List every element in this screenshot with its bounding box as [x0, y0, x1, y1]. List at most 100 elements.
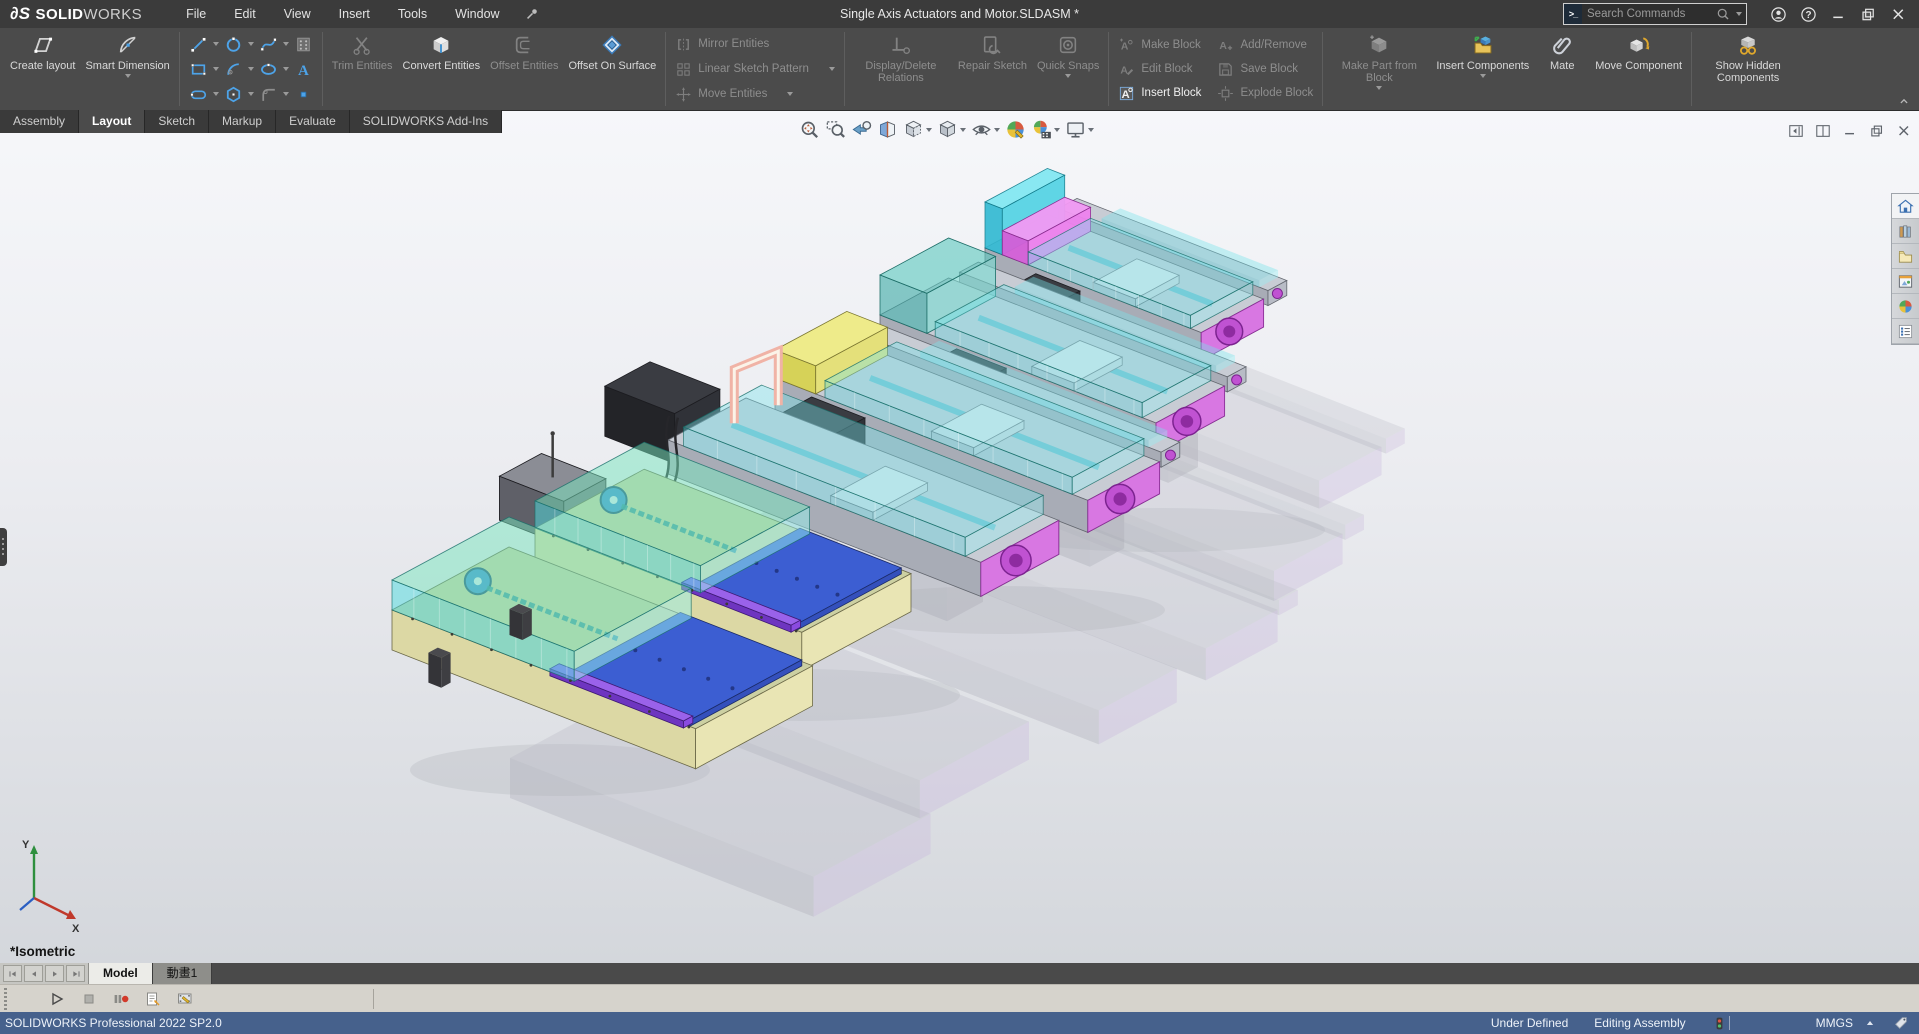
taskpane-custom-properties-button[interactable] [1892, 319, 1919, 344]
taskpane-home-button[interactable] [1892, 194, 1919, 219]
menu-item-edit[interactable]: Edit [220, 0, 270, 28]
sketch-polygon-button[interactable] [221, 83, 246, 106]
sketch-point-button[interactable] [291, 83, 316, 106]
insert-block-button[interactable]: A Insert Block [1113, 81, 1206, 105]
edit-button[interactable] [173, 987, 197, 1011]
dropdown-arrow-icon[interactable] [211, 42, 221, 46]
win-restore-button[interactable] [1853, 1, 1883, 27]
unit-system-caret-icon[interactable] [1863, 1016, 1877, 1030]
pane-left-button[interactable] [1788, 123, 1804, 139]
zoom-to-area-button[interactable] [824, 118, 847, 141]
dropdown-arrow-icon[interactable] [246, 92, 256, 96]
apply-scene-button[interactable] [1030, 118, 1061, 141]
edit-appearance-button[interactable] [1004, 118, 1027, 141]
menu-item-window[interactable]: Window [441, 0, 513, 28]
win-close-button[interactable] [1896, 123, 1912, 139]
search-scope-dropdown-icon[interactable] [1736, 12, 1742, 16]
convert-entities-button[interactable]: Convert Entities [398, 28, 486, 110]
sketch-sketch-pattern-button[interactable] [291, 33, 316, 56]
sketch-sketch-text-button[interactable]: A [291, 58, 316, 81]
dropdown-arrow-icon[interactable] [211, 67, 221, 71]
display-delete-relations-button[interactable]: Display/Delete Relations [849, 28, 953, 110]
sketch-rectangle-button[interactable] [186, 58, 211, 81]
menu-item-tools[interactable]: Tools [384, 0, 441, 28]
dropdown-arrow-icon[interactable] [246, 67, 256, 71]
motion-tab-model[interactable]: Model [89, 963, 153, 984]
graphics-area[interactable]: Y X *Isometric [0, 110, 1919, 963]
tab-sketch[interactable]: Sketch [145, 110, 210, 133]
sketch-slot-button[interactable] [186, 83, 211, 106]
move-component-button[interactable]: Move Component [1590, 28, 1687, 110]
sketch-circle-button[interactable] [221, 33, 246, 56]
nav-first-button[interactable] [3, 965, 22, 982]
dropdown-arrow-icon[interactable] [281, 42, 291, 46]
search-input[interactable] [1582, 8, 1716, 20]
insert-components-button[interactable]: Insert Components [1431, 28, 1534, 110]
hide-show-items-button[interactable] [970, 118, 1001, 141]
dropdown-arrow-icon[interactable] [1088, 127, 1094, 132]
search-icon[interactable] [1716, 7, 1730, 21]
view-orientation-button[interactable] [902, 118, 933, 141]
section-view-button[interactable] [876, 118, 899, 141]
offset-on-surface-button[interactable]: Offset On Surface [563, 28, 661, 110]
nav-last-button[interactable] [66, 965, 85, 982]
win-minimize-button[interactable] [1823, 1, 1853, 27]
dropdown-arrow-icon[interactable] [1376, 86, 1383, 91]
sketch-fillet-button[interactable] [256, 83, 281, 106]
dropdown-arrow-icon[interactable] [926, 127, 932, 132]
add-remove-button[interactable]: A Add/Remove [1212, 33, 1318, 57]
dropdown-arrow-icon[interactable] [281, 67, 291, 71]
dropdown-arrow-icon[interactable] [960, 127, 966, 132]
dropdown-arrow-icon[interactable] [246, 42, 256, 46]
view-settings-button[interactable] [1064, 118, 1095, 141]
win-restore-button[interactable] [1869, 123, 1885, 139]
tag-icon[interactable] [1893, 1015, 1909, 1031]
dropdown-arrow-icon[interactable] [994, 127, 1000, 132]
menu-item-view[interactable]: View [270, 0, 325, 28]
zoom-to-fit-button[interactable] [798, 118, 821, 141]
ribbon-collapse-button[interactable] [1897, 94, 1911, 108]
dropdown-arrow-icon[interactable] [1054, 127, 1060, 132]
make-block-button[interactable]: A Make Block [1113, 33, 1206, 57]
dropdown-arrow-icon[interactable] [1065, 74, 1072, 79]
tab-solidworks-add-ins[interactable]: SOLIDWORKS Add-Ins [349, 110, 503, 133]
search-commands-box[interactable]: >_ [1563, 3, 1747, 25]
nav-next-button[interactable] [45, 965, 64, 982]
taskpane-view-palette-button[interactable] [1892, 269, 1919, 294]
tab-evaluate[interactable]: Evaluate [276, 110, 350, 133]
show-hidden-components-button[interactable]: Show Hidden Components [1696, 28, 1800, 110]
move-entities-button[interactable]: Move Entities [670, 82, 840, 106]
help-button[interactable]: ? [1793, 1, 1823, 27]
tab-markup[interactable]: Markup [209, 110, 277, 133]
record-button[interactable] [109, 987, 133, 1011]
panel-splitter-handle[interactable] [0, 528, 7, 566]
display-style-button[interactable] [936, 118, 967, 141]
dropdown-arrow-icon[interactable] [828, 67, 835, 71]
menu-item-file[interactable]: File [172, 0, 220, 28]
edit-block-button[interactable]: A Edit Block [1113, 57, 1206, 81]
save-block-button[interactable]: Save Block [1212, 57, 1318, 81]
dropdown-arrow-icon[interactable] [211, 92, 221, 96]
create-layout-button[interactable]: Create layout [5, 28, 80, 110]
explode-block-button[interactable]: Explode Block [1212, 81, 1318, 105]
mirror-entities-button[interactable]: Mirror Entities [670, 32, 840, 56]
taskpane-appearances-button[interactable] [1892, 294, 1919, 319]
sketch-line-button[interactable] [186, 33, 211, 56]
unit-system-selector[interactable]: MMGS [1816, 1016, 1853, 1030]
pin-menu-icon[interactable] [524, 6, 540, 22]
win-close-button[interactable] [1883, 1, 1913, 27]
stop-button[interactable] [77, 987, 101, 1011]
motion-toolbar-handle[interactable] [4, 988, 7, 1010]
dropdown-arrow-icon[interactable] [281, 92, 291, 96]
offset-entities-button[interactable]: Offset Entities [485, 28, 563, 110]
dropdown-arrow-icon[interactable] [1479, 74, 1486, 79]
motion-tab-動畫1[interactable]: 動畫1 [152, 963, 213, 984]
tab-layout[interactable]: Layout [79, 110, 146, 133]
nav-prev-button[interactable] [24, 965, 43, 982]
wizard-button[interactable] [141, 987, 165, 1011]
taskpane-file-explorer-button[interactable] [1892, 244, 1919, 269]
assembly-model[interactable] [0, 110, 1919, 963]
taskpane-design-library-button[interactable] [1892, 219, 1919, 244]
menu-item-insert[interactable]: Insert [325, 0, 384, 28]
dropdown-arrow-icon[interactable] [787, 92, 794, 96]
